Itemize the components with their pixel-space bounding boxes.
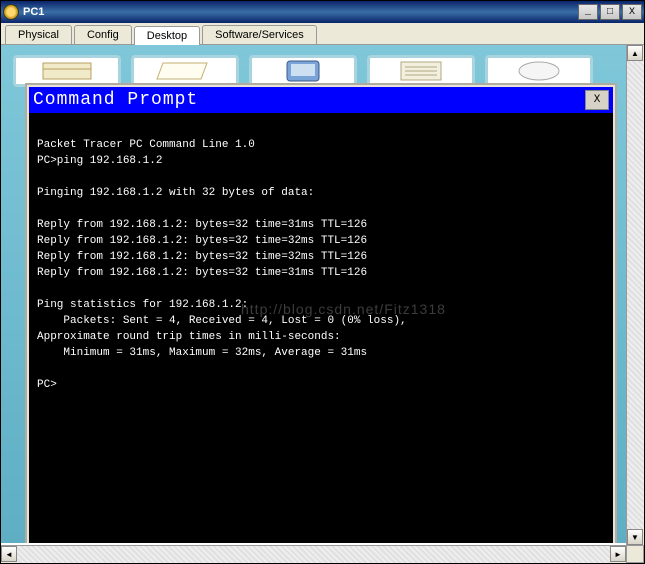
- scroll-down-button[interactable]: ▼: [627, 529, 643, 545]
- terminal-output[interactable]: Packet Tracer PC Command Line 1.0 PC>pin…: [29, 113, 613, 543]
- tab-software-services[interactable]: Software/Services: [202, 25, 317, 44]
- command-prompt-titlebar[interactable]: Command Prompt X: [29, 87, 613, 113]
- scroll-right-button[interactable]: ►: [610, 546, 626, 562]
- app-icon: [3, 4, 19, 20]
- tab-bar: Physical Config Desktop Software/Service…: [1, 23, 644, 45]
- scroll-left-button[interactable]: ◄: [1, 546, 17, 562]
- minimize-button[interactable]: _: [578, 4, 598, 20]
- vertical-scrollbar[interactable]: ▲ ▼: [626, 45, 644, 545]
- scroll-track[interactable]: [17, 546, 610, 563]
- horizontal-scrollbar[interactable]: ◄ ►: [1, 545, 626, 563]
- maximize-button[interactable]: □: [600, 4, 620, 20]
- desktop-area: Command Prompt X Packet Tracer PC Comman…: [1, 45, 644, 543]
- window-title: PC1: [23, 6, 578, 18]
- tab-config[interactable]: Config: [74, 25, 132, 44]
- close-button[interactable]: X: [622, 4, 642, 20]
- command-prompt-window: Command Prompt X Packet Tracer PC Comman…: [25, 83, 617, 543]
- window-titlebar: PC1 _ □ X: [1, 1, 644, 23]
- tab-physical[interactable]: Physical: [5, 25, 72, 44]
- scroll-up-button[interactable]: ▲: [627, 45, 643, 61]
- tab-desktop[interactable]: Desktop: [134, 26, 200, 45]
- scroll-corner: [626, 545, 644, 563]
- command-prompt-title: Command Prompt: [33, 90, 585, 110]
- command-prompt-close-button[interactable]: X: [585, 90, 609, 110]
- scroll-track[interactable]: [627, 61, 644, 529]
